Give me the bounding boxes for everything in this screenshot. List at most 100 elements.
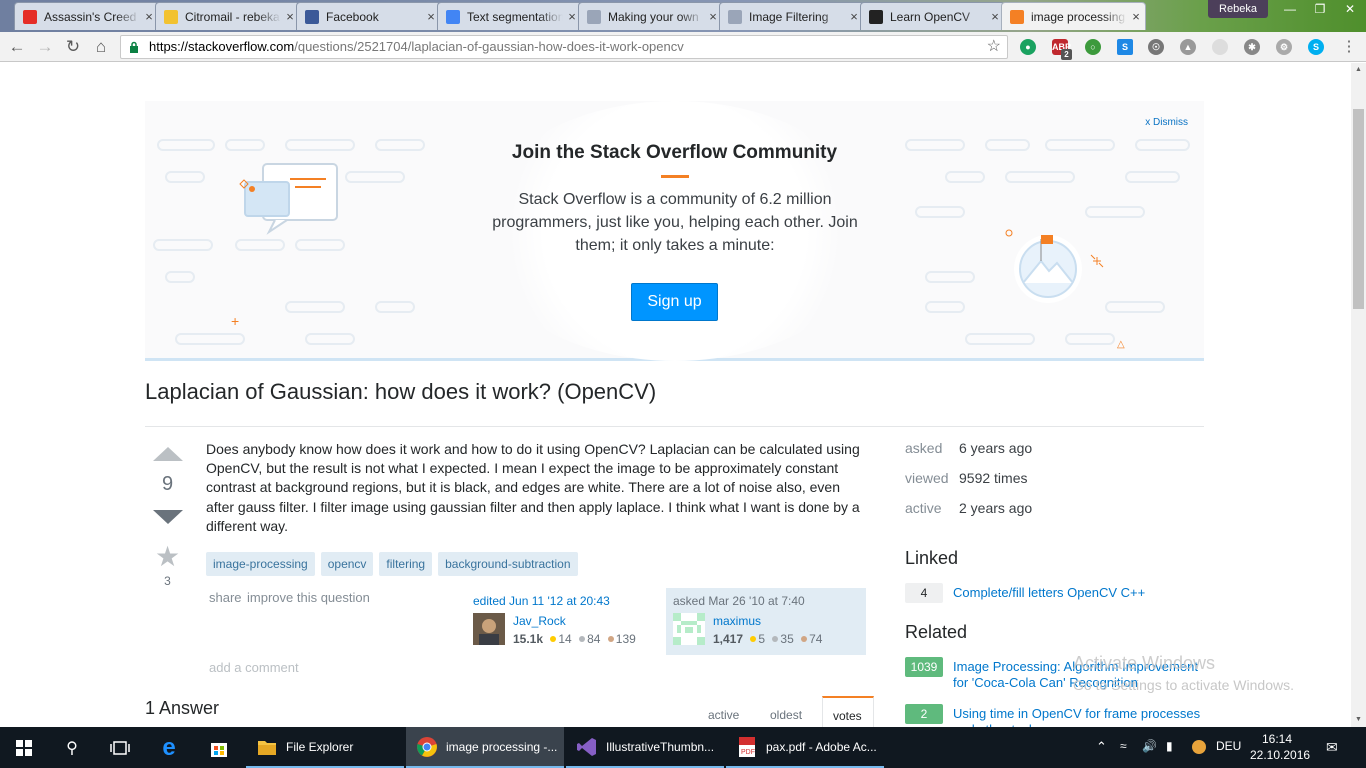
decoration xyxy=(915,206,965,218)
question-title[interactable]: Laplacian of Gaussian: how does it work?… xyxy=(145,379,656,405)
decoration xyxy=(1125,171,1180,183)
taskbar-app-label: image processing -... xyxy=(446,739,558,754)
minimize-button[interactable]: — xyxy=(1276,0,1304,20)
bronze-badge-icon xyxy=(607,636,614,642)
tag[interactable]: filtering xyxy=(379,552,433,576)
answers-header: 1 Answer xyxy=(145,698,220,718)
language-indicator[interactable]: DEU xyxy=(1216,739,1241,753)
skype-icon[interactable]: S xyxy=(1308,39,1324,55)
start-button[interactable] xyxy=(0,727,48,768)
hero-title: Join the Stack Overflow Community xyxy=(511,142,838,163)
tag[interactable]: background-subtraction xyxy=(438,552,578,576)
weather-app-icon[interactable] xyxy=(1192,740,1206,754)
sort-tab-active[interactable]: active xyxy=(698,703,749,727)
store-icon[interactable] xyxy=(194,727,244,768)
battery-icon[interactable]: ▮ xyxy=(1166,739,1173,753)
browser-tab[interactable]: Making your own × xyxy=(578,2,723,30)
linked-score: 4 xyxy=(905,583,943,603)
extension-bulb-icon[interactable]: ☉ xyxy=(1148,39,1164,55)
taskbar-file-explorer[interactable]: File Explorer xyxy=(246,727,404,768)
stat-value: 9592 times xyxy=(959,470,1028,486)
edge-icon[interactable]: e xyxy=(144,727,194,768)
volume-icon[interactable]: 🔊 xyxy=(1142,739,1157,753)
taskbar-visual-studio[interactable]: IllustrativeThumbn... xyxy=(566,727,724,768)
sort-tab-votes[interactable]: votes xyxy=(822,696,874,727)
browser-tab[interactable]: Facebook × xyxy=(296,2,441,30)
dismiss-link[interactable]: x Dismiss xyxy=(1145,117,1188,128)
bronze-badge-icon xyxy=(801,636,808,642)
browser-tab[interactable]: Citromail - rebeka × xyxy=(155,2,300,30)
tray-chevron-icon[interactable]: ⌃ xyxy=(1096,739,1107,755)
extension-puzzle-icon[interactable]: ✱ xyxy=(1244,39,1260,55)
browser-tab[interactable]: image processing - × xyxy=(1001,2,1146,30)
bookmark-star-icon[interactable]: ☆ xyxy=(987,36,1001,58)
back-icon[interactable]: ← xyxy=(6,36,28,58)
decoration xyxy=(295,239,345,251)
taskbar-acrobat[interactable]: PDF pax.pdf - Adobe Ac... xyxy=(726,727,884,768)
favorite-star-icon[interactable]: ★ xyxy=(145,540,190,573)
decoration xyxy=(305,333,355,345)
scroll-up-icon[interactable]: ▲ xyxy=(1351,63,1366,77)
extension-drive-icon[interactable]: ▲ xyxy=(1180,39,1196,55)
opencv-icon xyxy=(869,9,883,24)
forward-icon[interactable]: → xyxy=(34,36,56,58)
asker-username[interactable]: maximus xyxy=(713,614,761,628)
scroll-down-icon[interactable]: ▼ xyxy=(1351,713,1366,727)
chrome-menu-icon[interactable]: ⋮ xyxy=(1338,36,1360,58)
gold-badge-icon xyxy=(550,636,557,642)
downvote-icon[interactable] xyxy=(153,510,183,524)
task-view-icon[interactable] xyxy=(96,727,144,768)
network-icon[interactable]: ≈ xyxy=(1120,739,1127,753)
tab-title: Facebook xyxy=(326,9,379,24)
extension-gray-icon[interactable]: ⚙ xyxy=(1276,39,1292,55)
decoration xyxy=(165,271,195,283)
related-score: 2 xyxy=(905,704,943,724)
hero-accent-bar xyxy=(661,175,689,178)
stat-active: active 2 years ago xyxy=(905,500,1032,516)
page-scrollbar[interactable]: ▲ ▼ xyxy=(1351,63,1366,727)
editor-username[interactable]: Jav_Rock xyxy=(513,614,566,628)
browser-tab[interactable]: Assassin's Creed × xyxy=(14,2,159,30)
address-bar[interactable]: https://stackoverflow.com/questions/2521… xyxy=(120,35,1008,59)
sign-up-button[interactable]: Sign up xyxy=(631,283,718,321)
clock-date[interactable]: 22.10.2016 xyxy=(1250,748,1310,762)
stat-value: 2 years ago xyxy=(959,500,1033,516)
share-link[interactable]: share xyxy=(209,590,242,605)
scrollbar-thumb[interactable] xyxy=(1353,109,1364,309)
extension-circle-icon[interactable] xyxy=(1212,39,1228,55)
tag[interactable]: image-processing xyxy=(206,552,315,576)
youtube-icon xyxy=(23,9,37,24)
taskbar-chrome[interactable]: image processing -... xyxy=(406,727,564,768)
skype-share-icon[interactable]: S xyxy=(1117,39,1133,55)
related-link[interactable]: Using time in OpenCV for frame processes… xyxy=(953,706,1205,727)
upvote-icon[interactable] xyxy=(153,447,183,461)
reload-icon[interactable]: ↻ xyxy=(62,36,84,58)
edited-time[interactable]: edited Jun 11 '12 at 20:43 xyxy=(473,594,610,608)
improve-question-link[interactable]: improve this question xyxy=(247,590,370,605)
linked-link[interactable]: Complete/fill letters OpenCV C++ xyxy=(953,585,1205,601)
tab-title: Image Filtering xyxy=(749,9,829,24)
visual-studio-icon xyxy=(577,737,596,756)
tab-title: Learn OpenCV xyxy=(890,9,971,24)
sort-tab-oldest[interactable]: oldest xyxy=(760,703,812,727)
browser-tab[interactable]: Learn OpenCV × xyxy=(860,2,1005,30)
editor-avatar[interactable] xyxy=(473,613,505,645)
restore-button[interactable]: ❐ xyxy=(1306,0,1334,20)
profile-button[interactable]: Rebeka xyxy=(1208,0,1268,18)
tab-close-icon[interactable]: × xyxy=(1127,9,1145,24)
clock-time[interactable]: 16:14 xyxy=(1254,732,1300,746)
decoration xyxy=(375,301,415,313)
close-window-button[interactable]: ✕ xyxy=(1336,0,1364,20)
asker-avatar[interactable] xyxy=(673,613,705,645)
home-icon[interactable]: ⌂ xyxy=(90,36,112,58)
extension-search-icon[interactable]: ○ xyxy=(1085,39,1101,55)
chat-bubble-illustration xyxy=(239,163,338,235)
browser-tab[interactable]: Text segmentation × xyxy=(437,2,582,30)
tag[interactable]: opencv xyxy=(320,552,374,576)
extension-green-icon[interactable]: ● xyxy=(1020,39,1036,55)
browser-tab[interactable]: Image Filtering × xyxy=(719,2,864,30)
search-icon[interactable]: ⚲ xyxy=(48,727,96,768)
add-comment-link[interactable]: add a comment xyxy=(209,660,299,675)
notifications-icon[interactable]: ✉ xyxy=(1326,739,1338,756)
hero-text: Stack Overflow is a community of 6.2 mil… xyxy=(492,191,858,254)
